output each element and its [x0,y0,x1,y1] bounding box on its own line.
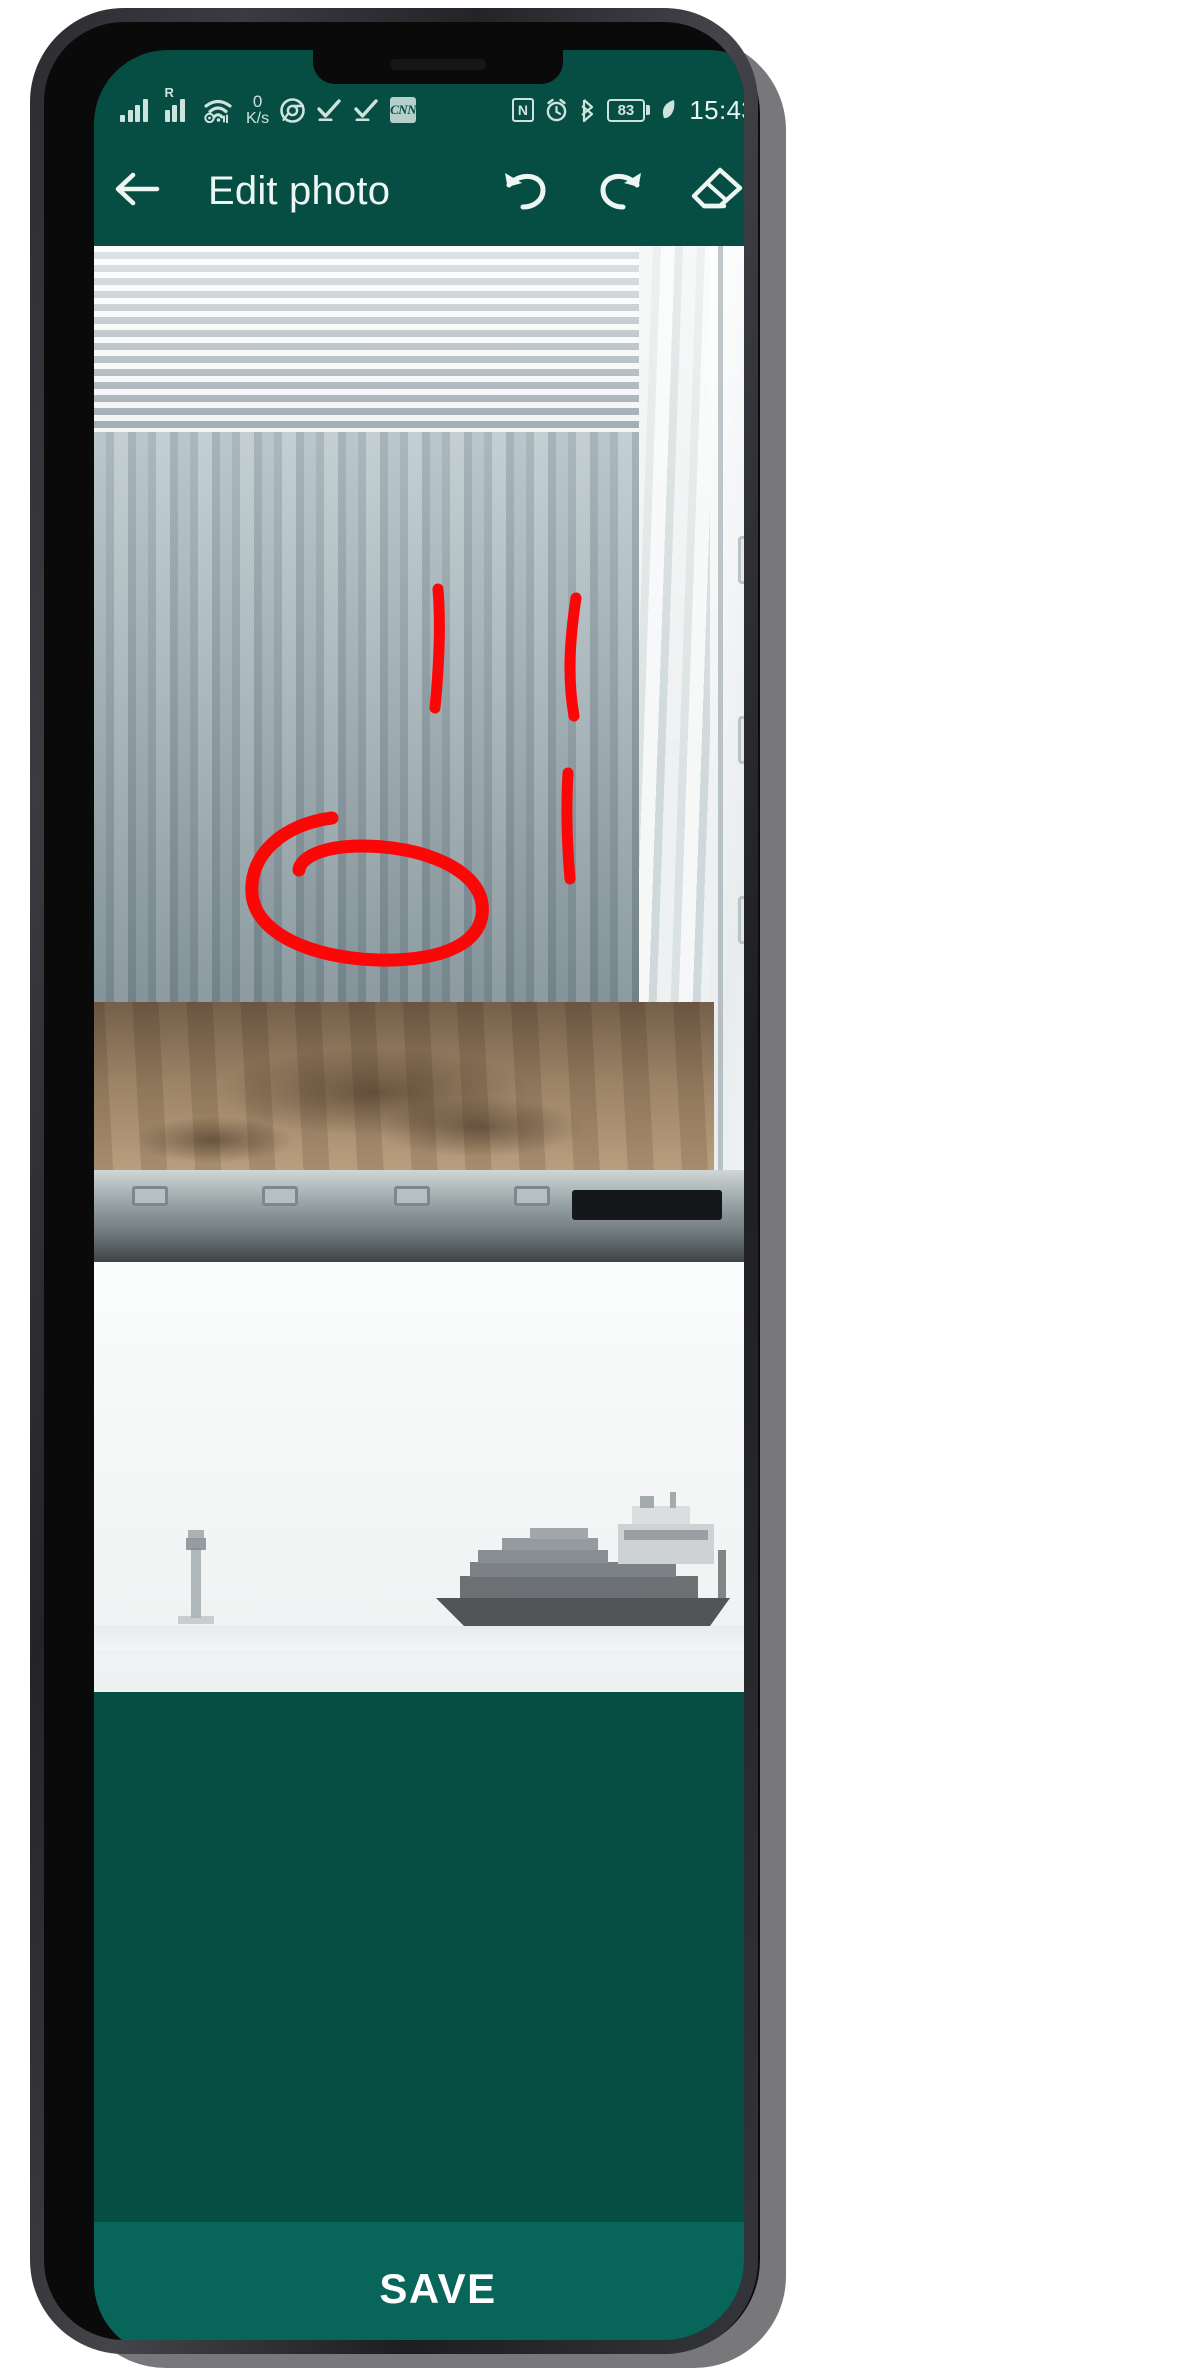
cellular-signal-roaming-icon: R [164,86,193,122]
eraser-button[interactable] [674,148,744,234]
save-button[interactable]: SAVE [94,2222,744,2340]
data-rate-value: 0 [252,92,263,111]
alarm-clock-icon [544,98,569,123]
status-bar-left-group: R 0 K/s CNN [120,86,417,127]
redo-icon [595,165,647,218]
earpiece-speaker [390,59,486,70]
arrow-left-icon [113,169,161,214]
annotation-stroke-vertical-right-upper [564,592,582,722]
undo-button[interactable] [482,148,568,234]
photo-canvas[interactable] [94,246,744,1262]
phone-screen: R 0 K/s CNN N 83 15:4 Edit photo SAVE [94,50,744,2340]
app-bar: Edit photo [94,136,744,246]
status-bar-right-group: N 83 15:4 [511,94,744,126]
status-bar: R 0 K/s CNN N 83 15:4 [94,84,744,136]
phone-bezel: R 0 K/s CNN N 83 15:4 Edit photo SAVE [44,22,744,2340]
status-bar-clock: 15:43 [689,94,744,125]
annotation-stroke-vertical-right-lower [561,767,576,885]
nfc-icon: N [511,98,534,122]
checkmark-icon [353,99,379,122]
annotation-layer [245,583,582,967]
battery-tip [646,105,651,115]
battery-indicator: 83 [606,98,651,122]
container-ship-silhouette [436,1492,730,1626]
lighthouse-silhouette [178,1530,214,1624]
page-title: Edit photo [208,168,391,213]
app-bar-actions [482,148,744,234]
screenshot-root: R 0 K/s CNN N 83 15:4 Edit photo SAVE [0,0,1200,2379]
undo-icon [499,165,551,218]
roaming-label: R [164,85,174,100]
annotation-ellipse-floor [245,811,489,967]
display-notch [313,50,563,84]
back-button[interactable] [94,148,180,234]
annotation-stroke-vertical-left [429,583,445,714]
bluetooth-icon [579,98,597,123]
cnn-notification-icon: CNN [390,97,417,123]
redo-button[interactable] [578,148,664,234]
photo-preview-strip[interactable] [94,1262,744,1692]
eraser-icon [690,166,744,217]
battery-percent: 83 [606,98,645,122]
wifi-icon [203,97,233,123]
checkmark-icon [316,99,342,122]
cellular-signal-icon [120,98,148,122]
data-rate-unit: K/s [246,110,270,127]
leaf-icon [660,98,677,122]
save-button-label: SAVE [379,2265,497,2312]
chrome-icon [280,97,305,123]
data-rate-indicator: 0 K/s [246,93,269,127]
